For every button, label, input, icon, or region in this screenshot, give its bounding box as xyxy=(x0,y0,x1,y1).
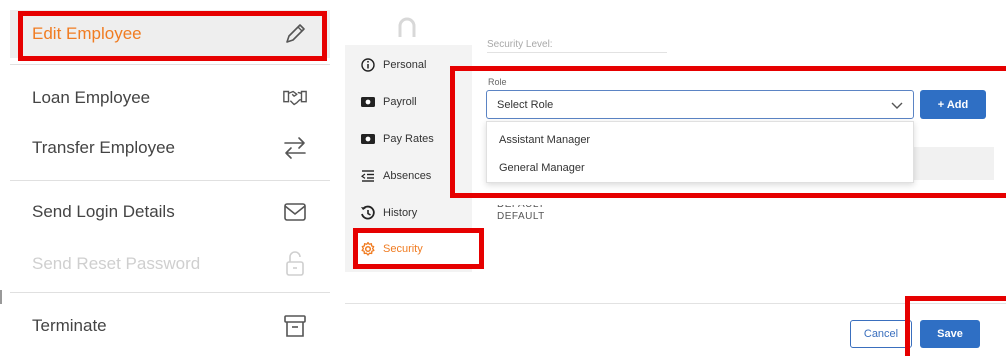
indent-list-icon xyxy=(360,168,376,184)
tab-label: Payroll xyxy=(383,96,417,108)
tab-history[interactable]: History xyxy=(360,203,417,223)
tab-security[interactable]: Security xyxy=(360,239,423,259)
tab-absences[interactable]: Absences xyxy=(360,166,431,186)
menu-item-send-reset-password[interactable]: Send Reset Password xyxy=(10,242,330,286)
role-option-general-manager[interactable]: General Manager xyxy=(499,162,585,174)
menu-item-label: Edit Employee xyxy=(32,24,142,43)
save-button[interactable]: Save xyxy=(920,320,980,348)
money-icon xyxy=(360,131,376,147)
menu-item-label: Terminate xyxy=(32,316,107,335)
info-icon xyxy=(360,57,376,73)
tab-label: Pay Rates xyxy=(383,133,434,145)
default-value: DEFAULT xyxy=(497,211,545,222)
history-icon xyxy=(360,205,376,221)
handshake-icon xyxy=(282,85,308,111)
menu-item-label: Send Reset Password xyxy=(32,254,201,273)
cancel-button[interactable]: Cancel xyxy=(850,320,912,348)
table-header-strip xyxy=(914,147,994,180)
envelope-icon xyxy=(282,199,308,225)
tab-label: Absences xyxy=(383,170,432,182)
role-option-assistant-manager[interactable]: Assistant Manager xyxy=(499,134,590,146)
role-select-value: Select Role xyxy=(497,98,554,111)
employee-action-menu: Edit Employee Loan Employee Transfer Emp… xyxy=(10,0,330,356)
avatar xyxy=(396,15,418,39)
footer-divider xyxy=(345,303,1006,304)
unlock-icon xyxy=(282,251,308,277)
tab-personal[interactable]: Personal xyxy=(360,55,426,75)
menu-item-edit-employee[interactable]: Edit Employee xyxy=(10,10,330,58)
menu-divider xyxy=(10,180,330,181)
chevron-down-icon xyxy=(891,100,903,110)
default-value: DEFAULT xyxy=(497,199,545,210)
archive-box-icon xyxy=(282,313,308,339)
pencil-icon xyxy=(282,21,308,47)
menu-item-send-login-details[interactable]: Send Login Details xyxy=(10,190,330,234)
role-dropdown: Assistant Manager General Manager xyxy=(486,121,914,183)
gear-icon xyxy=(360,241,376,257)
menu-item-loan-employee[interactable]: Loan Employee xyxy=(10,76,330,120)
role-label: Role xyxy=(488,77,507,87)
tab-label: Personal xyxy=(383,59,427,71)
security-level-field[interactable] xyxy=(487,52,667,53)
tab-pay-rates[interactable]: Pay Rates xyxy=(360,129,434,149)
menu-item-terminate[interactable]: Terminate xyxy=(10,304,330,348)
tab-label: Security xyxy=(383,243,423,255)
menu-divider xyxy=(10,64,330,65)
menu-item-label: Loan Employee xyxy=(32,88,151,107)
security-level-label: Security Level: xyxy=(487,39,553,50)
menu-item-transfer-employee[interactable]: Transfer Employee xyxy=(10,126,330,170)
transfer-arrows-icon xyxy=(282,135,308,161)
menu-item-label: Transfer Employee xyxy=(32,138,175,157)
menu-item-label: Send Login Details xyxy=(32,202,175,221)
add-role-button[interactable]: + Add xyxy=(920,90,986,119)
money-icon xyxy=(360,94,376,110)
scroll-marker xyxy=(0,290,2,304)
menu-divider xyxy=(10,292,330,293)
role-select[interactable]: Select Role xyxy=(486,90,914,119)
tab-payroll[interactable]: Payroll xyxy=(360,92,417,112)
tab-label: History xyxy=(383,207,418,219)
